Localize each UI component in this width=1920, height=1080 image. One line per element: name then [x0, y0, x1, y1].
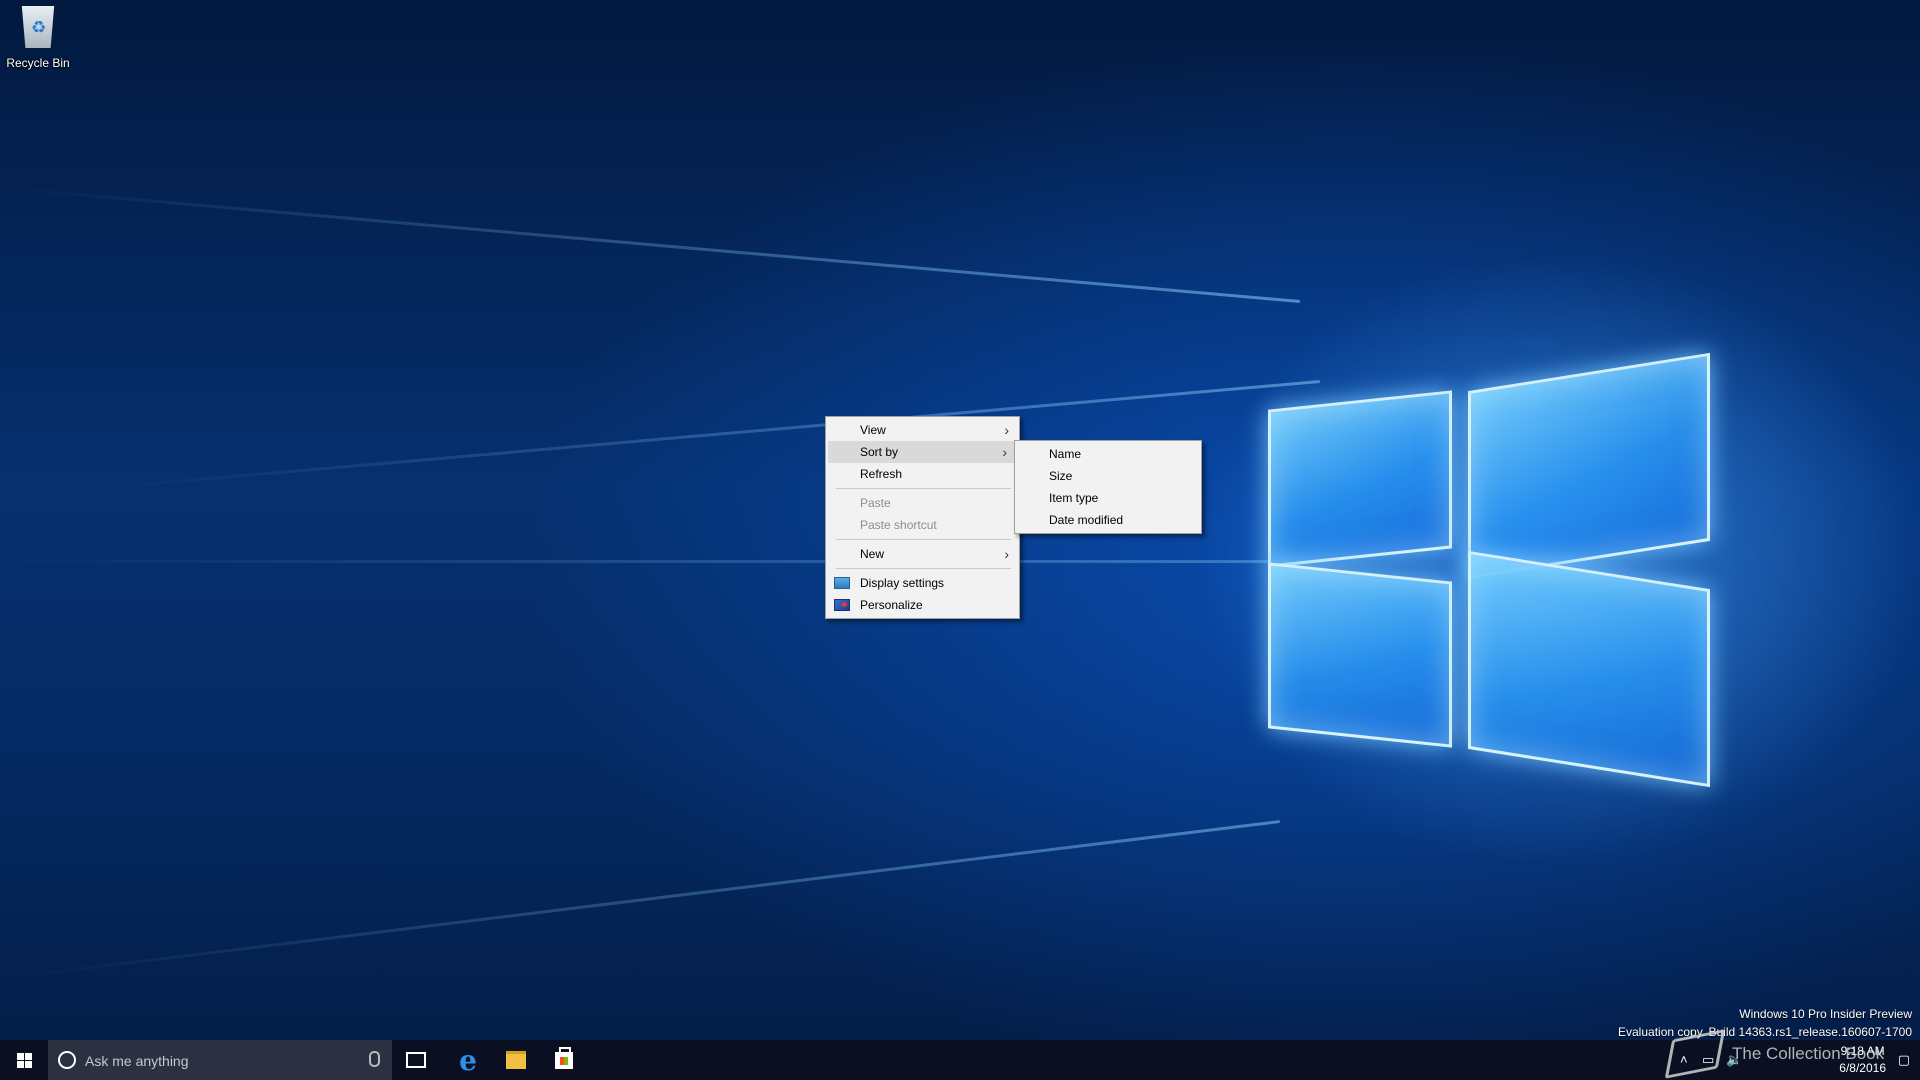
menu-item-label: Personalize	[860, 598, 923, 612]
windows-logo-pane	[1268, 390, 1452, 568]
watermark-edition: Windows 10 Pro Insider Preview	[1739, 1007, 1912, 1021]
recycle-bin-label: Recycle Bin	[6, 56, 70, 70]
taskbar: e ˄ ▭ 🔈 9:18 AM 6/8/2016 ▢	[0, 1040, 1920, 1080]
edge-icon: e	[459, 1043, 477, 1077]
desktop-background[interactable]: ♻ Recycle Bin View › Sort by › Refresh P…	[0, 0, 1920, 1080]
menu-item-paste-shortcut[interactable]: Paste shortcut	[826, 514, 1019, 536]
menu-item-label: Name	[1049, 447, 1082, 461]
store-button[interactable]	[540, 1040, 588, 1080]
action-center-icon[interactable]: ▢	[1898, 1052, 1910, 1068]
menu-item-new[interactable]: New ›	[826, 543, 1019, 565]
file-explorer-icon	[506, 1051, 526, 1069]
collection-book-watermark: The Collection Book	[1732, 1044, 1885, 1063]
sort-option-date-modified[interactable]: Date modified	[1015, 509, 1201, 531]
cortana-icon	[58, 1051, 76, 1069]
windows-logo-pane	[1468, 550, 1710, 788]
menu-item-label: Paste	[860, 496, 891, 510]
menu-item-view[interactable]: View ›	[826, 419, 1019, 441]
windows-logo-pane	[1468, 352, 1710, 580]
recycle-bin[interactable]: ♻ Recycle Bin	[4, 6, 72, 70]
menu-item-label: Sort by	[860, 445, 899, 459]
file-explorer-button[interactable]	[492, 1040, 540, 1080]
menu-item-label: New	[860, 547, 885, 561]
build-watermark: Windows 10 Pro Insider Preview Evaluatio…	[1618, 1005, 1912, 1041]
sort-option-name[interactable]: Name	[1015, 443, 1201, 465]
menu-item-label: Refresh	[860, 467, 903, 481]
sort-by-submenu: Name Size Item type Date modified	[1014, 440, 1202, 534]
menu-item-label: Item type	[1049, 491, 1099, 505]
display-icon	[834, 577, 850, 589]
menu-item-label: Display settings	[860, 576, 945, 590]
menu-item-label: View	[860, 423, 886, 437]
menu-item-paste[interactable]: Paste	[826, 492, 1019, 514]
cortana-search-box[interactable]	[48, 1040, 392, 1080]
menu-separator	[836, 539, 1011, 540]
task-view-icon	[406, 1052, 426, 1068]
store-icon	[555, 1046, 573, 1069]
windows-logo-pane	[1268, 562, 1452, 748]
menu-item-label: Size	[1049, 469, 1073, 483]
edge-button[interactable]: e	[444, 1040, 492, 1080]
menu-item-display-settings[interactable]: Display settings	[826, 572, 1019, 594]
light-beam	[4, 186, 1301, 303]
start-button[interactable]	[0, 1040, 48, 1080]
menu-item-personalize[interactable]: Personalize	[826, 594, 1019, 616]
chevron-right-icon: ›	[1004, 422, 1009, 438]
menu-separator	[836, 488, 1011, 489]
desktop-context-menu: View › Sort by › Refresh Paste Paste sho…	[825, 416, 1020, 619]
light-beam	[9, 820, 1281, 979]
menu-item-refresh[interactable]: Refresh	[826, 463, 1019, 485]
recycle-bin-icon: ♻	[21, 6, 55, 48]
personalize-icon	[834, 599, 850, 611]
task-view-button[interactable]	[392, 1040, 440, 1080]
menu-item-sort-by[interactable]: Sort by ›	[828, 441, 1017, 463]
chevron-right-icon: ›	[1002, 444, 1007, 460]
sort-option-size[interactable]: Size	[1015, 465, 1201, 487]
windows-start-icon	[16, 1052, 32, 1068]
sort-option-item-type[interactable]: Item type	[1015, 487, 1201, 509]
menu-item-label: Date modified	[1049, 513, 1124, 527]
light-beam	[0, 560, 1280, 563]
microphone-icon[interactable]	[369, 1051, 380, 1067]
menu-item-label: Paste shortcut	[860, 518, 937, 532]
search-input[interactable]	[83, 1049, 357, 1073]
chevron-right-icon: ›	[1004, 546, 1009, 562]
watermark-build: Evaluation copy. Build 14363.rs1_release…	[1618, 1025, 1912, 1039]
menu-separator	[836, 568, 1011, 569]
